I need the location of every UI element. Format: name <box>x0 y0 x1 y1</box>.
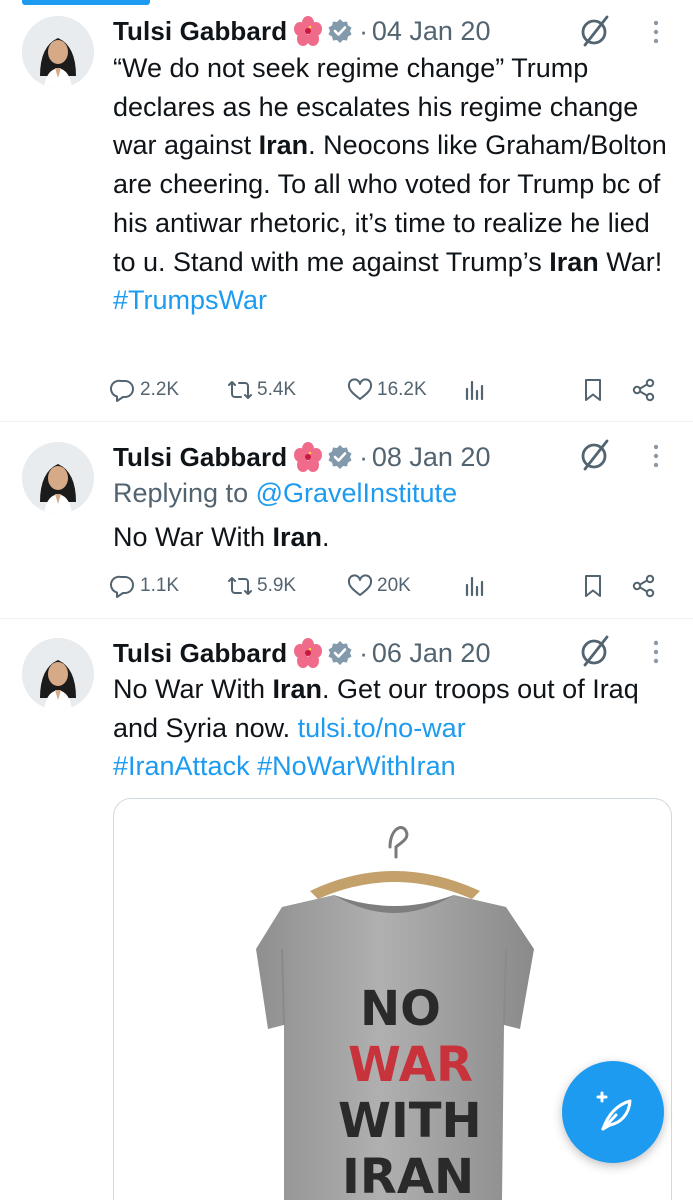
hashtag-link[interactable]: #TrumpsWar <box>113 285 267 315</box>
shirt-text-line: NO <box>360 981 441 1037</box>
tweet-2[interactable]: Tulsi Gabbard · 08 Jan 20 Replying to @G… <box>0 422 693 618</box>
reply-button[interactable]: 2.2K <box>110 372 179 408</box>
tweet-text: No War With Iran. <box>113 518 673 557</box>
separator-dot: · <box>359 15 368 46</box>
text-segment: War! <box>598 246 663 277</box>
shirt-text-line: IRAN <box>342 1149 474 1200</box>
grok-icon[interactable] <box>577 437 613 473</box>
avatar[interactable] <box>22 442 94 514</box>
hibiscus-emoji <box>294 638 323 668</box>
views-button[interactable] <box>462 372 488 408</box>
like-button[interactable]: 20K <box>347 568 411 604</box>
author-name[interactable]: Tulsi Gabbard <box>113 442 287 473</box>
like-icon <box>347 378 373 400</box>
text-segment: . <box>322 522 330 552</box>
views-icon <box>465 576 484 597</box>
more-vertical-icon[interactable] <box>646 442 666 470</box>
grok-icon[interactable] <box>577 13 613 49</box>
shirt-text-line: WAR <box>348 1037 473 1093</box>
author-name[interactable]: Tulsi Gabbard <box>113 638 287 669</box>
timeline-feed: Tulsi Gabbard · 04 Jan 20 “We do not see… <box>0 0 693 1200</box>
repost-count: 5.4K <box>257 379 297 400</box>
text-bold: Iran <box>272 522 323 552</box>
bookmark-icon <box>585 575 601 597</box>
tweet-header: Tulsi Gabbard · 08 Jan 20 <box>113 440 490 474</box>
bookmark-icon <box>585 379 601 401</box>
action-bar: 1.1K 5.9K 20K <box>110 568 670 604</box>
more-vertical-icon[interactable] <box>646 18 666 46</box>
tweet-text: “We do not seek regime change” Trump dec… <box>113 49 673 320</box>
hibiscus-emoji <box>294 16 323 46</box>
reply-icon <box>110 379 134 402</box>
author-name[interactable]: Tulsi Gabbard <box>113 16 287 47</box>
bookmark-button[interactable] <box>580 568 606 604</box>
tweet-date[interactable]: 06 Jan 20 <box>372 638 491 669</box>
action-bar: 2.2K 5.4K 16.2K <box>110 372 670 408</box>
avatar[interactable] <box>22 638 94 710</box>
share-icon <box>632 378 655 402</box>
repost-icon <box>228 381 252 399</box>
tweet-date[interactable]: 08 Jan 20 <box>372 442 491 473</box>
text-segment: No War With <box>113 674 273 704</box>
repost-count: 5.9K <box>257 575 297 596</box>
like-count: 16.2K <box>377 379 427 400</box>
views-button[interactable] <box>462 568 488 604</box>
verified-badge-icon <box>328 445 352 469</box>
reply-count: 1.1K <box>140 575 180 596</box>
share-icon <box>632 574 655 598</box>
views-icon <box>465 380 484 401</box>
like-count: 20K <box>377 575 411 596</box>
verified-badge-icon <box>328 641 352 665</box>
bookmark-button[interactable] <box>580 372 606 408</box>
tweet-header: Tulsi Gabbard · 04 Jan 20 <box>113 14 490 48</box>
tweet-header: Tulsi Gabbard · 06 Jan 20 <box>113 636 490 670</box>
hibiscus-emoji <box>294 442 323 472</box>
verified-badge-icon <box>328 19 352 43</box>
grok-icon[interactable] <box>577 633 613 669</box>
replying-handle-link[interactable]: @GravelInstitute <box>256 478 458 508</box>
repost-icon <box>228 577 252 595</box>
share-button[interactable] <box>631 372 657 408</box>
text-segment: No War With <box>113 522 273 552</box>
more-vertical-icon[interactable] <box>646 638 666 666</box>
compose-feather-icon <box>596 1091 632 1131</box>
hashtag-links[interactable]: #IranAttack #NoWarWithIran <box>113 751 456 781</box>
compose-post-button[interactable] <box>562 1061 664 1163</box>
repost-button[interactable]: 5.4K <box>227 372 296 408</box>
reply-icon <box>110 575 134 598</box>
separator-dot: · <box>359 637 368 668</box>
separator-dot: · <box>359 441 368 472</box>
text-bold: Iran <box>272 674 323 704</box>
tweet-1[interactable]: Tulsi Gabbard · 04 Jan 20 “We do not see… <box>0 0 693 420</box>
reply-count: 2.2K <box>140 379 180 400</box>
repost-button[interactable]: 5.9K <box>227 568 296 604</box>
text-bold: Iran <box>549 246 599 277</box>
tweet-date[interactable]: 04 Jan 20 <box>372 16 491 47</box>
external-link[interactable]: tulsi.to/no-war <box>298 713 466 743</box>
tweet-text: No War With Iran. Get our troops out of … <box>113 670 673 786</box>
text-bold: Iran <box>258 130 309 161</box>
shirt-text-line: WITH <box>338 1093 482 1149</box>
share-button[interactable] <box>631 568 657 604</box>
avatar[interactable] <box>22 16 94 88</box>
like-button[interactable]: 16.2K <box>347 372 427 408</box>
like-icon <box>347 574 373 596</box>
replying-prefix: Replying to <box>113 478 256 508</box>
reply-button[interactable]: 1.1K <box>110 568 179 604</box>
replying-to: Replying to @GravelInstitute <box>113 474 673 513</box>
